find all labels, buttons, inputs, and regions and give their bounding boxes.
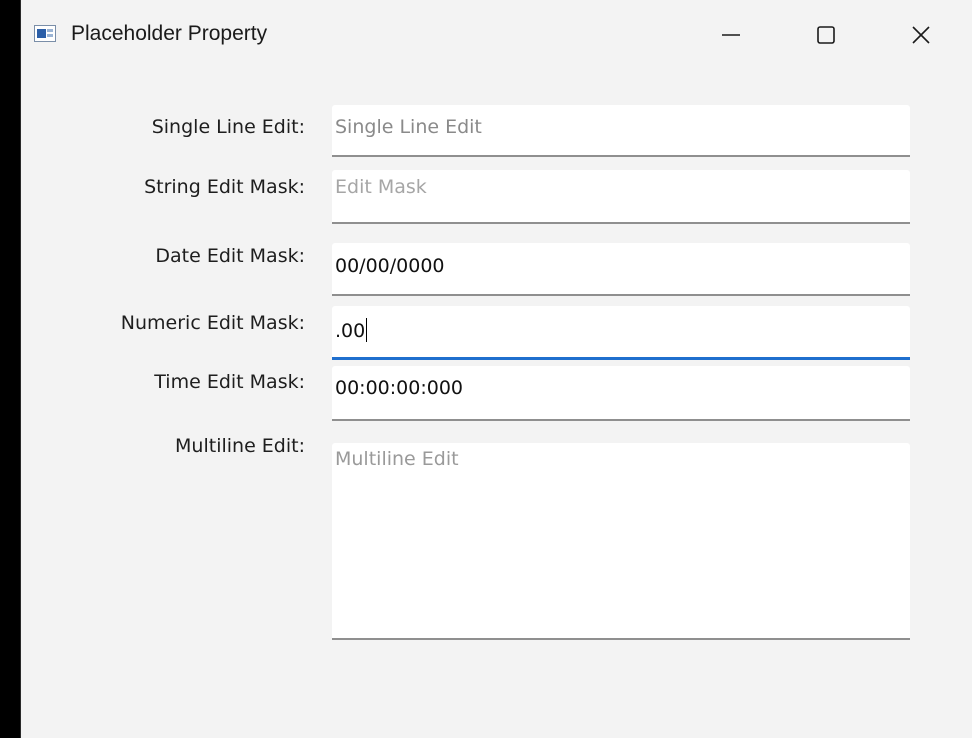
single-line-edit-input[interactable]: Single Line Edit — [332, 105, 910, 157]
multiline-edit-textarea[interactable]: Multiline Edit — [332, 443, 910, 640]
single-line-edit-placeholder: Single Line Edit — [335, 116, 482, 138]
maximize-button[interactable] — [791, 10, 861, 60]
string-edit-mask-placeholder: Edit Mask — [335, 176, 427, 198]
text-caret — [366, 318, 368, 342]
date-edit-mask-input[interactable]: 00/00/0000 — [332, 243, 910, 296]
multiline-edit-label: Multiline Edit: — [175, 435, 305, 457]
title-bar[interactable]: Placeholder Property — [21, 0, 972, 70]
string-edit-mask-label: String Edit Mask: — [144, 176, 305, 198]
maximize-icon — [817, 26, 835, 44]
string-edit-mask-input[interactable]: Edit Mask — [332, 170, 910, 224]
time-edit-mask-label: Time Edit Mask: — [154, 371, 305, 393]
time-edit-mask-value: 00:00:00:000 — [335, 377, 463, 399]
numeric-edit-mask-input[interactable]: .00 — [332, 306, 910, 360]
multiline-edit-placeholder: Multiline Edit — [335, 448, 459, 470]
time-edit-mask-input[interactable]: 00:00:00:000 — [332, 366, 910, 421]
app-icon — [34, 25, 56, 42]
minimize-icon — [722, 34, 740, 36]
minimize-button[interactable] — [696, 10, 766, 60]
date-edit-mask-label: Date Edit Mask: — [155, 245, 305, 267]
numeric-edit-mask-value: .00 — [335, 320, 366, 342]
single-line-edit-label: Single Line Edit: — [151, 116, 305, 138]
close-icon — [912, 26, 930, 44]
date-edit-mask-value: 00/00/0000 — [335, 255, 445, 277]
window-title: Placeholder Property — [71, 22, 268, 45]
close-button[interactable] — [886, 10, 956, 60]
numeric-edit-mask-label: Numeric Edit Mask: — [120, 312, 305, 334]
app-window: Placeholder Property Single Line Edit: S… — [20, 0, 972, 738]
